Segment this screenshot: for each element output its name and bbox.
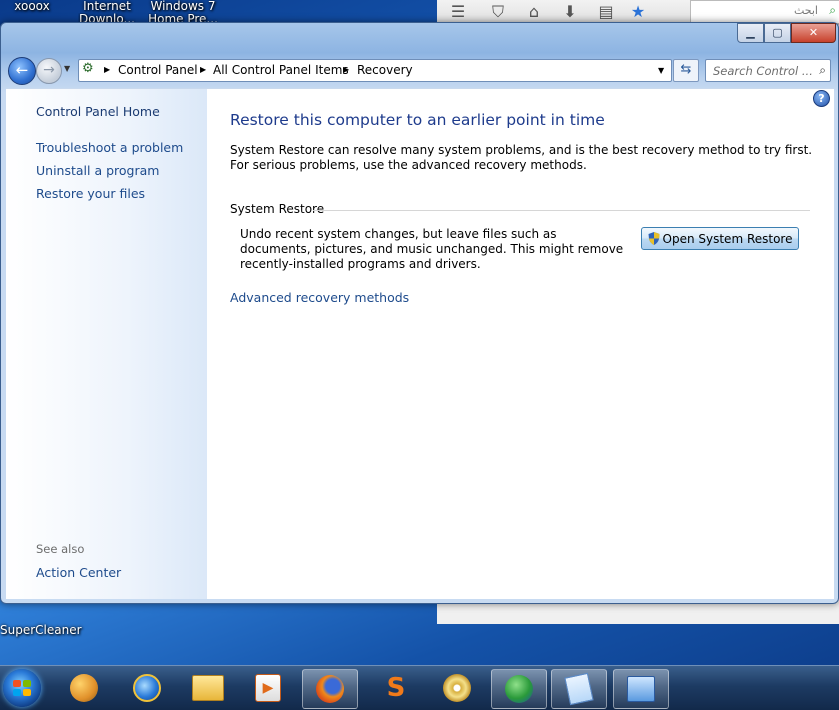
address-dropdown-icon[interactable]: ▼ [658,66,664,75]
app-s-icon: S [386,673,406,703]
search-placeholder: Search Control ... [713,64,813,78]
internet-explorer-icon [133,674,161,702]
browser-search-icon: ⌕ [829,3,836,17]
section-divider [313,210,810,211]
taskbar-firefox[interactable] [302,669,358,709]
taskbar-internet-explorer[interactable] [120,669,174,707]
maximize-button[interactable]: ▢ [764,23,791,43]
open-system-restore-label: Open System Restore [662,231,793,246]
search-control-panel-input[interactable]: Search Control ... ⌕ [705,59,831,82]
desktop-icon-label: xooox [14,0,50,13]
desktop-icon-label: SuperCleaner [0,623,82,637]
breadcrumb-recovery[interactable]: Recovery [357,63,413,77]
control-panel-taskbar-icon [627,676,655,702]
desktop-icon-internet-download[interactable]: Internet Downlo... [78,0,136,23]
page-title: Restore this computer to an earlier poin… [230,111,605,129]
forward-button[interactable]: → [36,58,62,84]
desktop-icon-xooox[interactable]: xooox [10,0,54,13]
desktop-icon-supercleaner[interactable]: SuperCleaner [0,623,82,637]
download-manager-icon [505,675,533,703]
taskbar-media-player[interactable]: ▶ [241,669,295,707]
close-button[interactable]: ✕ [791,23,836,43]
main-content-pane: Restore this computer to an earlier poin… [207,88,834,599]
taskbar-control-panel[interactable] [613,669,669,709]
desktop-icon-label: Internet [83,0,131,13]
breadcrumb-arrow-icon[interactable]: ▶ [104,65,110,74]
firefox-icon [316,675,344,703]
notepad-icon [564,672,594,706]
breadcrumb-arrow-icon[interactable]: ▶ [343,65,349,74]
search-icon: ⌕ [819,63,826,77]
recovery-window: ▁ ▢ ✕ ← → ▼ ⚙ ▶ Control Panel ▶ All Cont… [0,22,839,604]
recent-pages-dropdown-icon[interactable]: ▼ [64,64,70,73]
taskbar-app-s[interactable]: S [369,669,423,707]
browser-search-input[interactable]: ابحث ⌕ [690,0,839,24]
caption-buttons: ▁ ▢ ✕ [737,23,836,43]
uac-shield-icon [648,232,660,245]
windows-logo-icon [13,680,31,696]
menu-icon[interactable]: ☰ [445,2,471,22]
minimize-button[interactable]: ▁ [737,23,764,43]
pocket-icon[interactable]: ⛉ [485,2,511,22]
breadcrumb-all-items[interactable]: All Control Panel Items [213,63,349,77]
paint-icon [70,674,98,702]
open-system-restore-button[interactable]: Open System Restore [641,227,799,250]
page-description: System Restore can resolve many system p… [230,143,813,172]
media-player-icon: ▶ [255,674,281,702]
action-center-link[interactable]: Action Center [36,565,121,580]
help-icon[interactable]: ? [813,90,830,107]
system-restore-heading: System Restore [230,202,325,216]
disc-icon [443,674,471,702]
taskbar-internet-download-manager[interactable] [491,669,547,709]
control-panel-icon: ⚙ [82,61,94,76]
control-panel-home-link[interactable]: Control Panel Home [36,104,160,119]
library-icon[interactable]: ▤ [593,2,619,22]
download-icon[interactable]: ⬇ [557,2,583,22]
system-restore-description: Undo recent system changes, but leave fi… [240,227,624,271]
see-also-heading: See also [36,542,85,556]
address-bar[interactable]: ⚙ ▶ Control Panel ▶ All Control Panel It… [78,59,672,82]
troubleshoot-link[interactable]: Troubleshoot a problem [36,140,183,155]
desktop-icon-label: Windows 7 [150,0,216,13]
taskbar-paint[interactable] [57,669,111,707]
taskbar-notepad[interactable] [551,669,607,709]
left-task-pane: Control Panel Home Troubleshoot a proble… [6,88,207,599]
desktop-icon-windows7[interactable]: Windows 7 Home Pre... [148,0,218,23]
breadcrumb-control-panel[interactable]: Control Panel [118,63,198,77]
navigation-bar: ← → ▼ ⚙ ▶ Control Panel ▶ All Control Pa… [1,55,838,85]
start-button[interactable] [3,669,41,707]
taskbar-file-explorer[interactable] [181,669,235,707]
restore-files-link[interactable]: Restore your files [36,186,145,201]
uninstall-program-link[interactable]: Uninstall a program [36,163,159,178]
refresh-button[interactable]: ⇆ [673,59,699,82]
bookmark-star-icon[interactable]: ★ [625,2,651,22]
folder-icon [192,675,224,701]
taskbar: ▶ S [0,665,839,710]
advanced-recovery-link[interactable]: Advanced recovery methods [230,290,409,305]
taskbar-disc-burner[interactable] [430,669,484,707]
home-icon[interactable]: ⌂ [521,2,547,22]
browser-search-placeholder: ابحث [793,4,818,17]
back-button[interactable]: ← [8,57,36,85]
breadcrumb-arrow-icon[interactable]: ▶ [200,65,206,74]
